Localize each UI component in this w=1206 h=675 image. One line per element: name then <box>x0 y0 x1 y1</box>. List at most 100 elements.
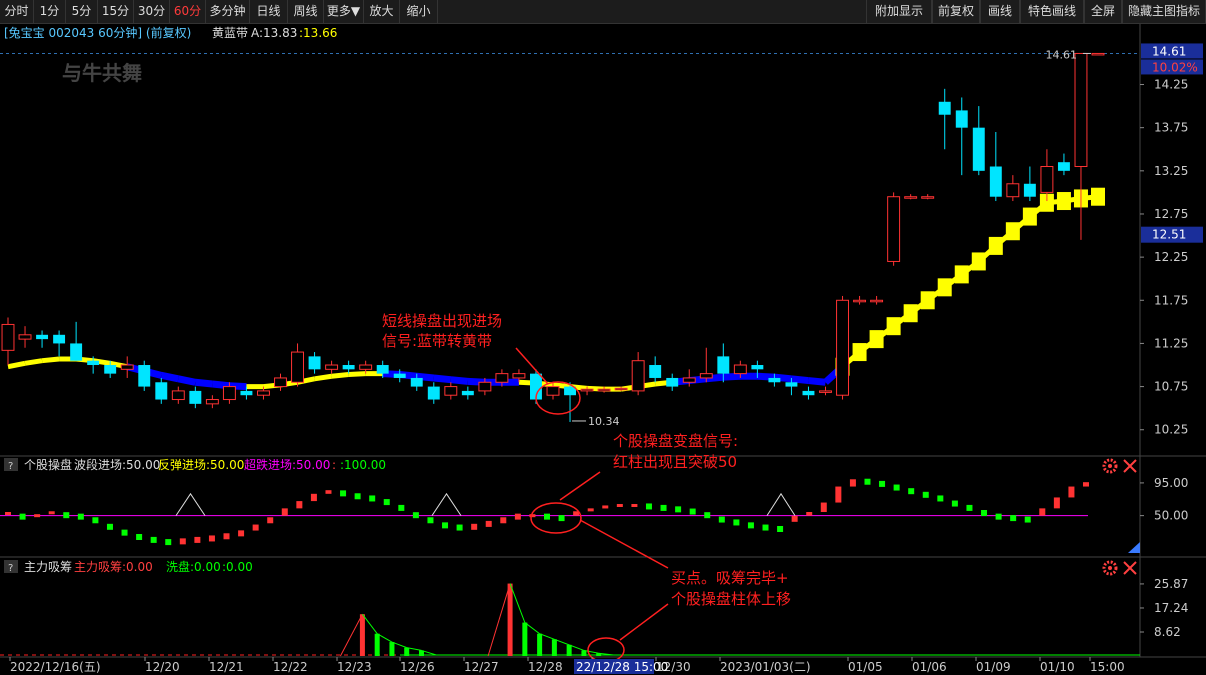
annotation-2-circle <box>530 502 582 534</box>
time-label: 12/23 <box>337 660 372 674</box>
indicator-b: :13.66 <box>299 26 337 40</box>
time-label: 12/28 <box>528 660 563 674</box>
price-tick-label: 12.25 <box>1154 250 1188 264</box>
panel2-bar <box>733 519 740 526</box>
close-icon[interactable] <box>1123 459 1137 473</box>
candle-body <box>478 381 492 392</box>
panel3-l3: :0.00 <box>222 560 253 574</box>
candle-body <box>444 386 458 396</box>
candle-body <box>274 377 287 388</box>
panel2-bar <box>675 506 682 513</box>
panel2-bar <box>325 490 332 494</box>
help-icon: ? <box>8 563 13 574</box>
price-tick-label: 14.25 <box>1154 78 1188 92</box>
panel2-bar <box>1010 515 1017 522</box>
panel3-name: 主力吸筹 <box>24 560 72 574</box>
panel3-bar <box>374 633 380 656</box>
panel3-tick-label: 8.62 <box>1154 625 1181 639</box>
annotation-3-pointer <box>619 603 669 641</box>
time-label: 15:00 <box>1090 660 1125 674</box>
candle-body <box>614 387 628 391</box>
candle-body <box>1091 52 1105 56</box>
time-label: 2023/01/03(二) <box>720 660 811 674</box>
chart-area: [兔宝宝 002043 60分钟] (前复权) 黄蓝带 A:13.83 :13.… <box>0 24 1206 674</box>
band-segment <box>41 356 60 364</box>
panel3-bar <box>359 614 365 656</box>
candle-body <box>1040 166 1054 193</box>
annotation-3-circle <box>587 637 625 663</box>
panel2-bar <box>48 511 55 515</box>
band-segment <box>723 372 741 381</box>
candle-body <box>785 382 798 387</box>
candle-body <box>495 373 509 383</box>
panel2-bar <box>747 522 754 529</box>
band-block <box>971 252 986 271</box>
panel2-bar <box>238 530 245 537</box>
panel3-bar <box>537 633 543 656</box>
candle-body <box>989 166 1002 197</box>
candle-body <box>921 196 935 199</box>
panel2-bar <box>77 513 84 520</box>
candle-body <box>1057 162 1070 171</box>
candle-body <box>717 356 730 374</box>
panel2-bar <box>602 505 609 509</box>
high-marker-label: 14.61 <box>1045 48 1077 61</box>
panel2-bar <box>208 535 215 542</box>
indicator-a: A:13.83 <box>251 26 297 40</box>
panel2-bar <box>92 517 99 524</box>
panel3-tick-label: 25.87 <box>1154 577 1188 591</box>
band-block <box>852 343 867 362</box>
price-tick-label: 11.75 <box>1154 293 1188 307</box>
panel2-bar <box>849 479 856 487</box>
time-label: 12/27 <box>464 660 499 674</box>
band-block <box>1005 222 1020 241</box>
panel2-bar <box>1068 486 1075 498</box>
panel2-bar <box>442 522 449 529</box>
panel2-bar <box>616 504 623 507</box>
candle-body <box>666 377 679 387</box>
band-segment <box>450 376 469 385</box>
candle-body <box>359 364 373 370</box>
time-label: 01/10 <box>1040 660 1075 674</box>
panel2-bar <box>908 488 915 495</box>
panel2-bar <box>106 523 113 530</box>
panel2-bar <box>383 499 390 506</box>
panel2-bar <box>165 539 172 546</box>
candle-body <box>938 101 951 115</box>
candle-body <box>733 364 747 375</box>
panel2-bar <box>660 504 667 511</box>
annotation-1a: 短线操盘出现进场 <box>382 312 502 330</box>
panel2-bar <box>5 512 11 515</box>
candle-body <box>393 373 406 378</box>
candle-body <box>240 390 253 396</box>
candle-body <box>18 334 32 340</box>
annotation-3a: 买点。吸筹完毕+ <box>671 569 789 587</box>
panel2-bar <box>777 526 784 532</box>
price-tick-label: 10.75 <box>1154 380 1188 394</box>
annotation-3b: 个股操盘柱体上移 <box>671 590 791 608</box>
panel2-bar <box>150 536 157 543</box>
band-segment <box>177 375 197 386</box>
candle-body <box>649 365 662 378</box>
panel2-l5: :100.00 <box>340 458 386 472</box>
candle-body <box>205 399 219 405</box>
candle-body <box>104 365 117 374</box>
panel2-bar <box>631 504 638 507</box>
panel3-l2: 洗盘:0.00 <box>166 559 221 574</box>
time-label: 12/20 <box>145 660 180 674</box>
panel2-bar <box>937 495 944 502</box>
candle-body <box>410 377 423 387</box>
panel2-bar <box>485 520 492 527</box>
candle-body <box>682 377 696 383</box>
price-tick-label: 12.75 <box>1154 207 1188 221</box>
time-label: 2022/12/16(五) <box>10 660 101 674</box>
candle-body <box>904 196 918 199</box>
panel2-bar <box>820 502 827 512</box>
panel2-bar <box>893 484 900 491</box>
candle-body <box>597 388 611 392</box>
time-label: 12/21 <box>209 660 244 674</box>
band-segment <box>331 372 349 379</box>
panel2-bar <box>1039 508 1046 516</box>
panel2-bar <box>791 515 798 522</box>
close-icon[interactable] <box>1123 561 1137 575</box>
